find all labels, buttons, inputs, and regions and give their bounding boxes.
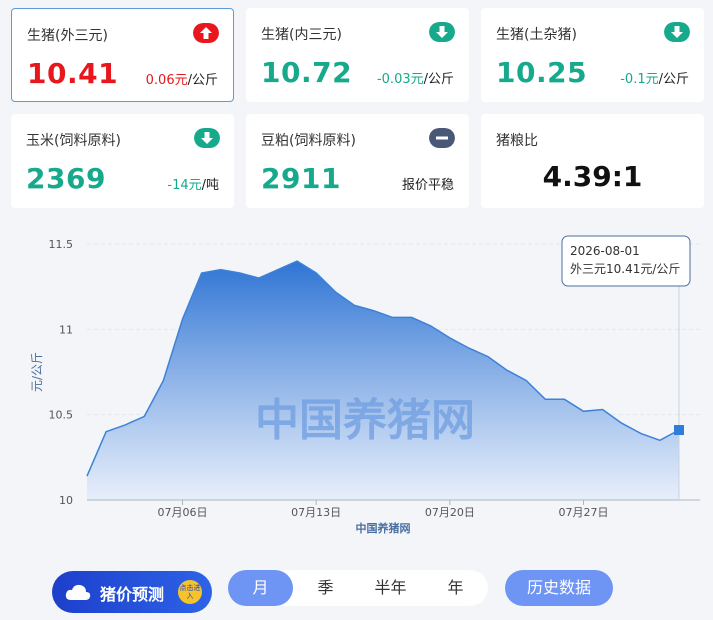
card-unit: /公斤 (423, 72, 454, 87)
arrow-up-icon (193, 23, 219, 43)
x-tick-label: 07月13日 (291, 506, 341, 519)
card-label: 生猪(土杂猪) (496, 27, 577, 43)
pig-grain-ratio-card[interactable]: 猪粮比 4.39:1 (481, 114, 704, 208)
card-price: 10.41 (27, 57, 119, 90)
card-unit: /公斤 (187, 73, 218, 88)
period-half-year[interactable]: 半年 (358, 570, 423, 606)
card-change: -0.03元/公斤 (377, 68, 454, 87)
price-card-nei-san-yuan[interactable]: 生猪(内三元) 10.72 -0.03元/公斤 (246, 8, 469, 102)
card-price: 2369 (26, 162, 106, 195)
card-unit: /吨 (201, 178, 219, 193)
forecast-button[interactable]: 猪价预测 点击进入 (52, 571, 212, 613)
card-label: 玉米(饲料原料) (26, 133, 121, 149)
card-price: 10.25 (496, 56, 588, 89)
price-card-tu-za-zhu[interactable]: 生猪(土杂猪) 10.25 -0.1元/公斤 (481, 8, 704, 102)
x-tick-label: 07月20日 (425, 506, 475, 519)
arrow-down-icon (194, 128, 220, 148)
price-card-corn[interactable]: 玉米(饲料原料) 2369 -14元/吨 (11, 114, 234, 208)
price-area (87, 261, 679, 500)
forecast-badge: 点击进入 (178, 580, 202, 604)
card-delta: -14元 (167, 178, 202, 193)
y-tick-label: 10.5 (49, 409, 74, 422)
period-month[interactable]: 月 (228, 570, 293, 606)
ratio-value: 4.39:1 (542, 160, 643, 193)
card-delta: -0.1元 (620, 72, 659, 87)
arrow-down-icon (429, 22, 455, 42)
y-tick-label: 11 (59, 323, 73, 336)
history-data-button[interactable]: 历史数据 (505, 570, 613, 606)
price-chart-svg[interactable]: 中国养猪网 10 10.5 11 11.5 07月06日 07月13日 07月20日 07月… (0, 222, 713, 547)
selected-point-marker[interactable] (674, 425, 684, 436)
card-change: 0.06元/公斤 (146, 69, 218, 88)
card-label: 生猪(外三元) (27, 28, 108, 44)
card-delta: -0.03元 (376, 72, 424, 87)
tooltip: 2026-08-01 外三元10.41元/公斤 (561, 235, 691, 287)
card-delta: 0.06元 (145, 73, 188, 88)
card-price: 2911 (261, 162, 341, 195)
flat-icon (429, 128, 455, 148)
card-unit: /公斤 (658, 72, 689, 87)
period-year[interactable]: 年 (423, 570, 488, 606)
y-tick-label: 11.5 (49, 238, 74, 251)
card-change: -14元/吨 (167, 174, 219, 193)
chart-watermark: 中国养猪网 (255, 395, 475, 446)
price-card-soybean-meal[interactable]: 豆粕(饲料原料) 2911 报价平稳 (246, 114, 469, 208)
card-change: -0.1元/公斤 (620, 68, 689, 87)
forecast-label: 猪价预测 (100, 585, 165, 604)
cloud-icon (65, 584, 91, 600)
period-quarter[interactable]: 季 (293, 570, 358, 606)
x-tick-label: 07月27日 (559, 506, 609, 519)
tooltip-text: 外三元10.41元/公斤 (570, 262, 680, 276)
y-tick-label: 10 (59, 494, 73, 507)
period-selector[interactable]: 月 季 半年 年 (228, 570, 488, 606)
x-tick-label: 07月06日 (157, 506, 207, 519)
price-chart[interactable]: 中国养猪网 10 10.5 11 11.5 07月06日 07月13日 07月20日 07月… (0, 222, 713, 547)
y-axis-label: 元/公斤 (30, 352, 44, 392)
tooltip-date: 2026-08-01 (570, 244, 640, 258)
arrow-down-icon (664, 22, 690, 42)
x-axis-label: 中国养猪网 (356, 521, 411, 535)
card-price: 10.72 (261, 56, 353, 89)
card-status: 报价平稳 (401, 178, 454, 193)
price-card-wai-san-yuan[interactable]: 生猪(外三元) 10.41 0.06元/公斤 (11, 8, 234, 102)
card-label: 豆粕(饲料原料) (261, 133, 356, 149)
card-label: 生猪(内三元) (261, 27, 342, 43)
card-label: 猪粮比 (496, 133, 538, 149)
